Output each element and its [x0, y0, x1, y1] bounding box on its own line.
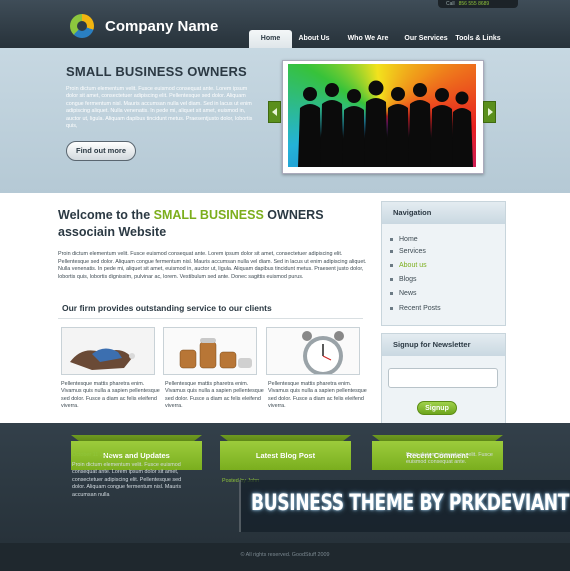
slide-next-button[interactable]	[483, 101, 496, 123]
logo-icon[interactable]	[70, 14, 94, 38]
service-heading: Our firm provides outstanding service to…	[62, 303, 272, 313]
nav-tools-links[interactable]: Tools & Links	[454, 30, 502, 48]
service-image-3[interactable]	[266, 327, 360, 375]
silhouettes-icon	[298, 80, 473, 167]
call-label: Call	[446, 1, 455, 7]
bullet-icon	[390, 277, 393, 281]
sidebar-item-blogs[interactable]: Blogs	[390, 276, 417, 283]
welcome-text-1: Welcome to the	[58, 208, 154, 222]
nav-home[interactable]: Home	[249, 30, 292, 48]
sidebar-item-news[interactable]: News	[390, 290, 417, 297]
sidebar-item-label: News	[399, 290, 417, 297]
bullet-icon	[390, 237, 393, 241]
company-name[interactable]: Company Name	[105, 18, 218, 35]
tab-latest-blog-post[interactable]: Latest Blog Post	[220, 441, 351, 470]
newsletter-email-input[interactable]	[388, 368, 498, 388]
welcome-highlight: SMALL BUSINESS	[153, 208, 264, 222]
signup-button[interactable]: Signup	[417, 401, 457, 415]
hero-text: Proin dictum elementum velit. Fusce euis…	[66, 86, 253, 130]
service-image-2[interactable]	[163, 327, 257, 375]
handshake-icon	[62, 328, 154, 374]
sidebar-item-label: Blogs	[399, 276, 417, 283]
newsletter-title: Signup for Newsletter	[382, 334, 505, 356]
coins-icon	[164, 328, 256, 374]
chevron-right-icon	[488, 108, 493, 116]
find-out-more-button[interactable]: Find out more	[66, 141, 136, 161]
service-caption-2: Pellentesque mattis pharetra enim. Vivam…	[165, 381, 264, 410]
service-image-1[interactable]	[61, 327, 155, 375]
bullet-icon	[390, 306, 393, 310]
call-number[interactable]: 856 555 8689	[459, 1, 490, 7]
bullet-icon	[390, 291, 393, 295]
divider	[58, 318, 363, 319]
bullet-icon	[390, 263, 393, 267]
nav-who-we-are[interactable]: Who We Are	[342, 30, 394, 48]
sidebar-item-label: Services	[399, 248, 426, 255]
nav-about-us[interactable]: About Us	[294, 30, 334, 48]
service-caption-1: Pellentesque mattis pharetra enim. Vivam…	[61, 381, 160, 410]
nav-our-services[interactable]: Our Services	[400, 30, 452, 48]
business-people-image	[288, 64, 476, 167]
welcome-body: Proin dictum elementum velit. Fusce euis…	[58, 251, 367, 280]
welcome-heading: Welcome to the SMALL BUSINESS OWNERS ass…	[58, 207, 368, 241]
chevron-left-icon	[272, 108, 277, 116]
alarm-clock-icon	[267, 328, 359, 374]
hero-title: SMALL BUSINESS OWNERS	[66, 64, 247, 79]
news-text: Proin dictum elementum velit. Fusce euis…	[72, 462, 182, 498]
comment-text: Proin dictum elementum velit. Fusce euis…	[406, 452, 493, 466]
sidebar-item-recent-posts[interactable]: Recent Posts	[390, 305, 441, 312]
sidebar-item-services[interactable]: Services	[390, 248, 426, 255]
sidebar-item-about-us[interactable]: About us	[390, 262, 427, 269]
sidebar-item-home[interactable]: Home	[390, 236, 418, 243]
sidebar-item-label: About us	[399, 262, 427, 269]
sidebar-item-label: Recent Posts	[399, 305, 441, 312]
copyright-text: © All rights reserved. GoodStuff 2009	[240, 552, 330, 558]
slide-prev-button[interactable]	[268, 101, 281, 123]
watermark-text: BUSINESS THEME BY PRKDEVIANT	[251, 491, 570, 516]
bullet-icon	[390, 249, 393, 253]
news-date: October 11 2008	[72, 452, 112, 458]
service-caption-3: Pellentesque mattis pharetra enim. Vivam…	[268, 381, 367, 410]
call-bar: Call 856 555 8689	[438, 0, 518, 8]
sidebar-item-label: Home	[399, 236, 418, 243]
navigation-title: Navigation	[382, 202, 505, 224]
